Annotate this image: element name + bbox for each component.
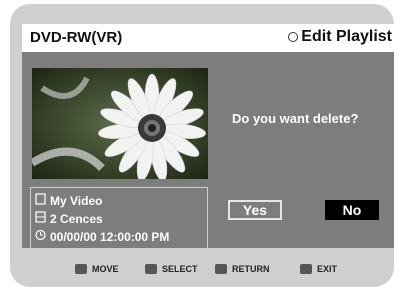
move-label: MOVE <box>92 264 119 274</box>
move-icon <box>75 264 87 274</box>
exit-label: EXIT <box>317 264 338 274</box>
return-label: RETURN <box>232 264 270 274</box>
exit-icon <box>300 264 312 274</box>
datetime-row: 00/00/00 12:00:00 PM <box>35 229 169 244</box>
return-icon <box>215 264 227 274</box>
datetime-text: 00/00/00 12:00:00 PM <box>50 229 170 244</box>
select-label: SELECT <box>162 264 198 274</box>
document-icon <box>35 193 46 208</box>
flower-thumbnail-image <box>32 68 208 179</box>
title-text: My Video <box>50 193 103 208</box>
header-bar: DVD-RW(VR) Edit Playlist <box>22 24 394 52</box>
no-button[interactable]: No <box>325 200 379 220</box>
thumbnail <box>32 68 208 179</box>
title-row: My Video <box>35 193 102 208</box>
mode-title: Edit Playlist <box>288 28 392 46</box>
footer-bar: MOVE SELECT RETURN EXIT <box>0 256 397 286</box>
film-icon <box>35 211 46 226</box>
footer-move: MOVE <box>75 264 119 274</box>
delete-question: Do you want delete? <box>232 111 359 126</box>
circle-icon <box>288 32 299 42</box>
footer-return: RETURN <box>215 264 270 274</box>
footer-exit: EXIT <box>300 264 337 274</box>
select-icon <box>145 264 157 274</box>
mode-label: Edit Playlist <box>301 28 392 45</box>
title-info-box: My Video 2 Cences 00/00/00 12:00:00 PM <box>30 187 208 249</box>
device-label: DVD-RW(VR) <box>30 29 123 46</box>
scenes-text: 2 Cences <box>50 211 103 226</box>
footer-select: SELECT <box>145 264 198 274</box>
yes-button[interactable]: Yes <box>228 200 282 220</box>
scenes-row: 2 Cences <box>35 211 103 226</box>
clock-icon <box>35 229 46 244</box>
